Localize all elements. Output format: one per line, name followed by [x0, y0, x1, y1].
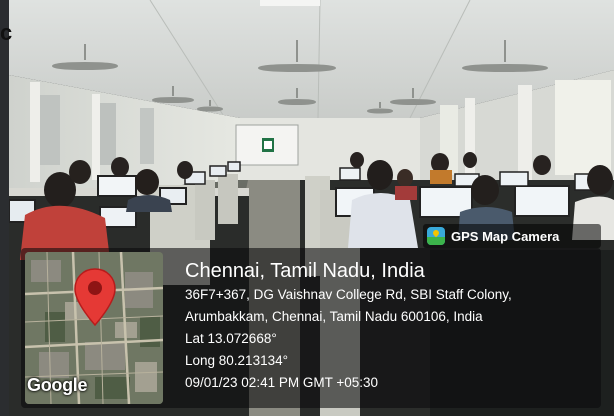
location-text: Chennai, Tamil Nadu, India 36F7+367, DG …	[185, 258, 595, 394]
google-watermark: Google	[27, 375, 88, 395]
gps-map-camera-logo-icon	[427, 227, 445, 245]
address-line-2: Arumbakkam, Chennai, Tamil Nadu 600106, …	[185, 309, 483, 324]
address-line-1: 36F7+367, DG Vaishnav College Rd, SBI St…	[185, 287, 512, 302]
map-pin-icon	[74, 268, 116, 327]
longitude: Long 80.213134°	[185, 353, 288, 368]
timestamp: 09/01/23 02:41 PM GMT +05:30	[185, 375, 379, 390]
location-title: Chennai, Tamil Nadu, India	[185, 260, 425, 282]
map-thumbnail: Google	[25, 252, 163, 404]
badge-label: GPS Map Camera	[451, 228, 560, 244]
left-edge-strip	[0, 0, 9, 416]
latitude: Lat 13.072668°	[185, 331, 277, 346]
gps-map-camera-badge: GPS Map Camera	[423, 224, 601, 248]
location-info-panel: Google Chennai, Tamil Nadu, India 36F7+3…	[21, 248, 601, 408]
edge-text-fragment: c	[0, 20, 13, 45]
